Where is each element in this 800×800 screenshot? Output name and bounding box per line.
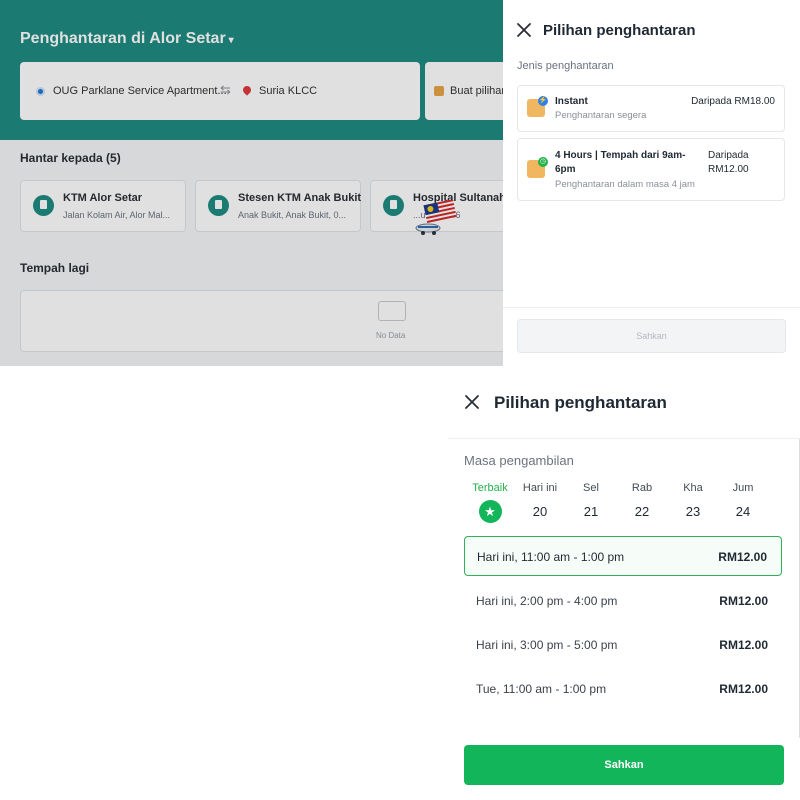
scheduled-delivery-icon: ◷ bbox=[527, 157, 548, 178]
day-name: Sel bbox=[583, 482, 599, 494]
day-name: Rab bbox=[631, 482, 653, 494]
pickup-time-drawer: Pilihan penghantaran Masa pengambilan Te… bbox=[448, 370, 800, 800]
drawer-footer: Sahkan bbox=[503, 307, 800, 366]
day-name: Kha bbox=[683, 482, 703, 494]
slot-time: Tue, 11:00 am - 1:00 pm bbox=[476, 682, 607, 696]
day-name: Jum bbox=[732, 482, 754, 494]
time-slot[interactable]: Hari ini, 2:00 pm - 4:00 pm RM12.00 bbox=[464, 581, 782, 621]
option-name: 4 Hours | Tempah dari 9am-6pm bbox=[555, 150, 686, 175]
pickup-time-label: Masa pengambilan bbox=[464, 453, 574, 468]
option-subtitle: Penghantaran dalam masa 4 jam bbox=[555, 179, 695, 190]
slot-time: Hari ini, 11:00 am - 1:00 pm bbox=[477, 550, 625, 564]
option-name: Instant bbox=[555, 96, 588, 107]
day-tab-best[interactable]: Terbaik ★ bbox=[465, 482, 515, 523]
day-number: 21 bbox=[583, 504, 599, 519]
day-number: 22 bbox=[634, 504, 650, 519]
option-price: Daripada RM12.00 bbox=[708, 150, 749, 175]
time-slot-selected[interactable]: Hari ini, 11:00 am - 1:00 pm RM12.00 bbox=[464, 536, 782, 576]
divider bbox=[448, 438, 800, 439]
delivery-option-4-hours[interactable]: ◷ 4 Hours | Tempah dari 9am-6pm Daripada… bbox=[517, 138, 785, 201]
day-tab-thu[interactable]: Kha 23 bbox=[668, 482, 718, 519]
day-tab-fri[interactable]: Jum 24 bbox=[718, 482, 768, 519]
drawer-title: Pilihan penghantaran bbox=[543, 22, 696, 39]
day-tab-today[interactable]: Hari ini 20 bbox=[515, 482, 565, 519]
confirm-button-disabled[interactable]: Sahkan bbox=[517, 319, 786, 353]
drawer-title: Pilihan penghantaran bbox=[494, 393, 667, 412]
option-subtitle: Penghantaran segera bbox=[555, 110, 647, 121]
delivery-options-drawer: Pilihan penghantaran Jenis penghantaran … bbox=[503, 0, 800, 366]
confirm-button[interactable]: Sahkan bbox=[464, 745, 784, 785]
screenshot-canvas: Penghantaran di Alor Setar ▾ OUG Parklane… bbox=[0, 0, 800, 800]
time-slot[interactable]: Hari ini, 3:00 pm - 5:00 pm RM12.00 bbox=[464, 625, 782, 665]
day-name: Hari ini bbox=[522, 482, 558, 494]
day-tab-wed[interactable]: Rab 22 bbox=[617, 482, 667, 519]
star-icon: ★ bbox=[478, 500, 502, 523]
close-icon[interactable] bbox=[515, 21, 533, 39]
delivery-option-instant[interactable]: ⚡ Instant Daripada RM18.00 Penghantaran … bbox=[517, 85, 785, 132]
close-icon[interactable] bbox=[463, 393, 481, 411]
time-slot[interactable]: Tue, 11:00 am - 1:00 pm RM12.00 bbox=[464, 669, 782, 709]
slot-price: RM12.00 bbox=[718, 550, 767, 564]
modal-overlay[interactable] bbox=[0, 0, 503, 366]
delivery-type-label: Jenis penghantaran bbox=[517, 60, 614, 72]
option-price: Daripada RM18.00 bbox=[691, 96, 775, 107]
top-screen: Penghantaran di Alor Setar ▾ OUG Parklane… bbox=[0, 0, 800, 366]
day-name: Terbaik bbox=[472, 482, 508, 494]
background-app: Penghantaran di Alor Setar ▾ OUG Parklane… bbox=[0, 0, 503, 366]
day-number: 23 bbox=[685, 504, 701, 519]
day-number: 24 bbox=[735, 504, 751, 519]
day-tab-tue[interactable]: Sel 21 bbox=[566, 482, 616, 519]
day-number: 20 bbox=[532, 504, 548, 519]
slot-price: RM12.00 bbox=[719, 594, 768, 608]
slot-time: Hari ini, 3:00 pm - 5:00 pm bbox=[476, 638, 618, 652]
slot-time: Hari ini, 2:00 pm - 4:00 pm bbox=[476, 594, 618, 608]
slot-price: RM12.00 bbox=[719, 638, 768, 652]
slot-price: RM12.00 bbox=[719, 682, 768, 696]
instant-delivery-icon: ⚡ bbox=[527, 96, 548, 117]
